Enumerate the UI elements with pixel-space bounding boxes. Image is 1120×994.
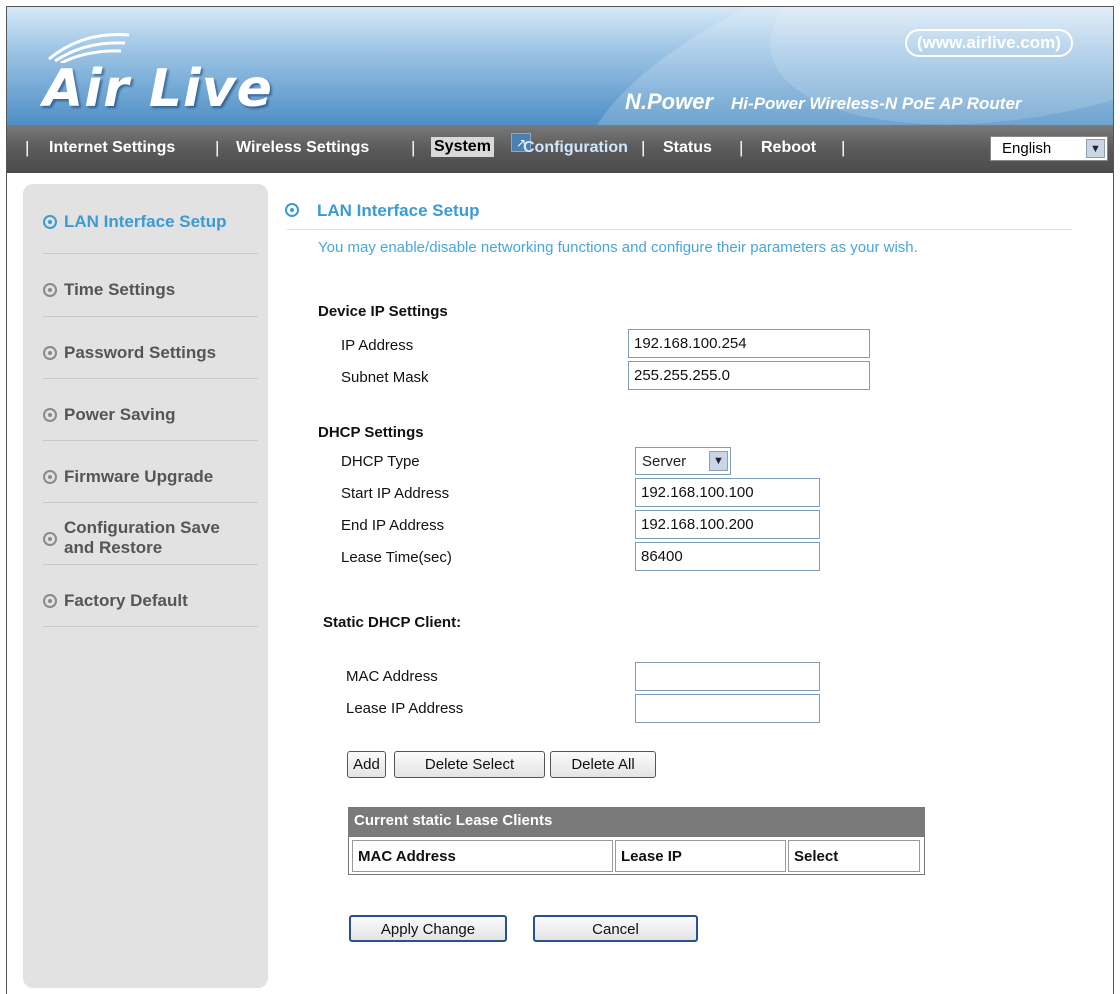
language-value: English (1002, 140, 1052, 157)
nav-separator: | (215, 138, 220, 157)
ip-address-field[interactable]: 192.168.100.254 (628, 329, 870, 358)
nav-wireless-settings[interactable]: Wireless Settings (236, 139, 369, 157)
end-ip-field[interactable]: 192.168.100.200 (635, 510, 820, 539)
nav-reboot[interactable]: Reboot (761, 139, 816, 157)
sidebar-item-power-saving[interactable]: Power Saving (43, 379, 258, 441)
page-title: LAN Interface Setup (317, 201, 480, 220)
sidebar-item-label: Password Settings (64, 343, 217, 362)
mac-address-label: MAC Address (346, 668, 438, 685)
chevron-down-icon[interactable]: ▼ (709, 451, 728, 471)
section-device-ip: Device IP Settings (318, 303, 448, 320)
start-ip-field[interactable]: 192.168.100.100 (635, 478, 820, 507)
lease-ip-field[interactable] (635, 694, 820, 723)
nav-separator: | (739, 138, 744, 157)
nav-configuration[interactable]: Configuration (523, 139, 628, 157)
column-header-select: Select (788, 840, 920, 872)
static-lease-table: Current static Lease Clients MAC Address… (348, 807, 925, 875)
section-dhcp: DHCP Settings (318, 424, 424, 441)
table-caption: Current static Lease Clients (348, 807, 925, 837)
page-description: You may enable/disable networking functi… (318, 239, 918, 256)
add-button[interactable]: Add (347, 751, 386, 778)
sidebar-item-password-settings[interactable]: Password Settings (43, 317, 258, 379)
radio-bullet-icon (43, 283, 57, 297)
radio-bullet-icon (43, 594, 57, 608)
nav-status[interactable]: Status (663, 139, 712, 157)
lease-time-field[interactable]: 86400 (635, 542, 820, 571)
column-header-lease-ip: Lease IP (615, 840, 786, 872)
product-brand: N.Power Hi-Power Wireless-N PoE AP Router (625, 89, 1022, 115)
chevron-down-icon[interactable]: ▼ (1086, 139, 1105, 158)
sidebar-item-label: Time Settings (64, 280, 176, 299)
product-tagline: Hi-Power Wireless-N PoE AP Router (731, 94, 1022, 113)
delete-select-button[interactable]: Delete Select (394, 751, 545, 778)
sidebar-item-label: Power Saving (64, 405, 176, 424)
radio-bullet-icon (43, 215, 57, 229)
sidebar-item-label: Configuration Save and Restore (64, 518, 220, 557)
cancel-button[interactable]: Cancel (533, 915, 698, 942)
nav-separator: | (841, 138, 846, 157)
sidebar-item-factory-default[interactable]: Factory Default (43, 565, 258, 627)
nav-internet-settings[interactable]: Internet Settings (49, 139, 175, 157)
subnet-mask-label: Subnet Mask (341, 369, 429, 386)
delete-all-button[interactable]: Delete All (550, 751, 656, 778)
top-nav: | Internet Settings | Wireless Settings … (7, 125, 1113, 173)
title-bullet-icon (285, 203, 299, 217)
dhcp-type-value: Server (642, 453, 687, 470)
column-header-mac: MAC Address (352, 840, 613, 872)
sidebar-item-firmware-upgrade[interactable]: Firmware Upgrade (43, 441, 258, 503)
nav-separator: | (641, 138, 646, 157)
radio-bullet-icon (43, 346, 57, 360)
brand-name: N.Power (625, 89, 714, 114)
sidebar-item-config-save-restore[interactable]: Configuration Save and Restore (43, 503, 258, 565)
lease-ip-label: Lease IP Address (346, 700, 464, 717)
subnet-mask-field[interactable]: 255.255.255.0 (628, 361, 870, 390)
website-link[interactable]: (www.airlive.com) (905, 29, 1073, 57)
dhcp-type-label: DHCP Type (341, 453, 420, 470)
nav-system[interactable]: System (431, 137, 494, 157)
header-banner: Air Live (www.airlive.com) N.Power Hi-Pow… (7, 7, 1113, 125)
page-frame: Air Live (www.airlive.com) N.Power Hi-Pow… (6, 6, 1114, 994)
sidebar-item-label: LAN Interface Setup (64, 212, 227, 231)
sidebar-item-label: Firmware Upgrade (64, 467, 214, 486)
mac-address-field[interactable] (635, 662, 820, 691)
nav-separator: | (25, 138, 30, 157)
table-header-row: MAC Address Lease IP Select (348, 837, 925, 875)
sidebar-item-lan-interface[interactable]: LAN Interface Setup (43, 204, 258, 254)
radio-bullet-icon (43, 532, 57, 546)
section-static-dhcp: Static DHCP Client: (323, 614, 462, 631)
radio-bullet-icon (43, 470, 57, 484)
sidebar-item-time-settings[interactable]: Time Settings (43, 254, 258, 317)
language-select[interactable]: English ▼ (990, 136, 1108, 161)
lease-time-label: Lease Time(sec) (341, 549, 452, 566)
wireless-signal-icon (48, 33, 130, 63)
title-divider (287, 229, 1072, 230)
airlive-logo: Air Live (43, 59, 273, 119)
sidebar-item-label: Factory Default (64, 591, 188, 610)
end-ip-label: End IP Address (341, 517, 445, 534)
sidebar: LAN Interface Setup Time Settings Passwo… (23, 184, 268, 988)
radio-bullet-icon (43, 408, 57, 422)
nav-separator: | (411, 138, 416, 157)
dhcp-type-select[interactable]: Server ▼ (635, 447, 731, 475)
start-ip-label: Start IP Address (341, 485, 450, 502)
apply-change-button[interactable]: Apply Change (349, 915, 507, 942)
ip-address-label: IP Address (341, 337, 414, 354)
